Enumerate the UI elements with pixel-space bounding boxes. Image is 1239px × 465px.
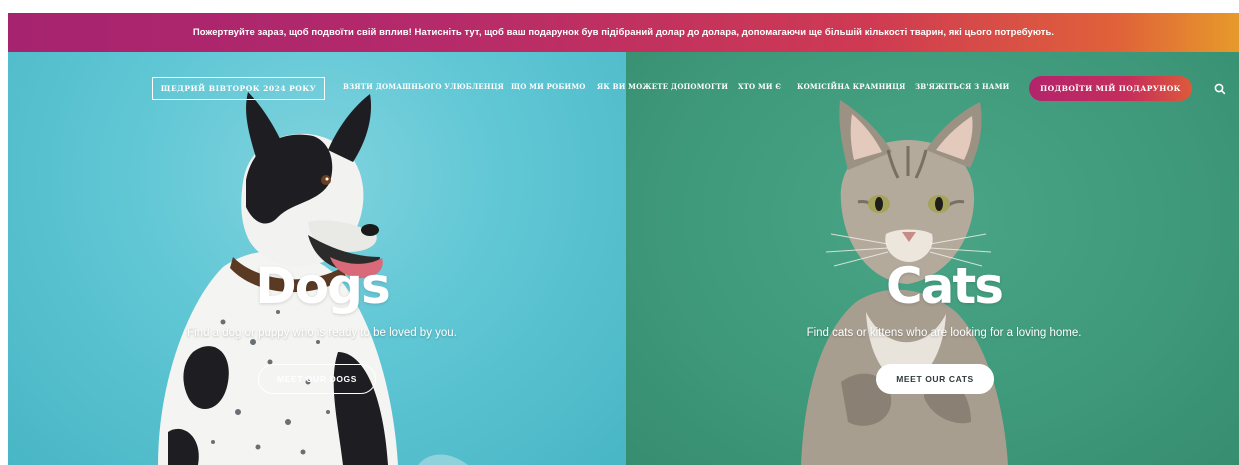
dogs-title: Dogs <box>255 257 390 315</box>
search-button[interactable] <box>1212 81 1228 97</box>
nav-item-how-to-help[interactable]: ЯК ВИ МОЖЕТЕ ДОПОМОГТИ <box>597 82 728 91</box>
meet-our-cats-button[interactable]: MEET OUR CATS <box>876 364 994 394</box>
cats-panel: Cats Find cats or kittens who are lookin… <box>626 52 1239 465</box>
nav-item-who-we-are[interactable]: ХТО МИ Є <box>738 82 781 91</box>
hero: Dogs Find a dog or puppy who is ready to… <box>8 52 1239 465</box>
dogs-subtitle: Find a dog or puppy who is ready to be l… <box>187 327 457 339</box>
nav-item-thrift-store[interactable]: КОМІСІЙНА КРАМНИЦЯ <box>797 82 906 91</box>
nav-item-adopt[interactable]: ВЗЯТИ ДОМАШНЬОГО УЛЮБЛЕНЦЯ <box>343 82 504 91</box>
top-strip <box>0 0 1239 13</box>
page: Пожертвуйте зараз, щоб подвоїти свій впл… <box>0 0 1239 465</box>
main-nav: ЩЕДРИЙ ВІВТОРОК 2024 РОКУ ВЗЯТИ ДОМАШНЬО… <box>0 76 1239 102</box>
meet-our-dogs-button[interactable]: MEET OUR DOGS <box>258 364 376 394</box>
cats-title: Cats <box>885 257 1004 315</box>
cats-subtitle: Find cats or kittens who are looking for… <box>806 327 1082 339</box>
search-icon <box>1214 83 1226 95</box>
double-my-gift-button[interactable]: ПОДВОЇТИ МІЙ ПОДАРУНОК <box>1029 76 1192 101</box>
giving-tuesday-button[interactable]: ЩЕДРИЙ ВІВТОРОК 2024 РОКУ <box>152 77 325 100</box>
donation-banner-text[interactable]: Пожертвуйте зараз, щоб подвоїти свій впл… <box>193 27 1054 38</box>
dogs-panel: Dogs Find a dog or puppy who is ready to… <box>8 52 626 465</box>
nav-item-what-we-do[interactable]: ЩО МИ РОБИМО <box>511 82 586 91</box>
donation-banner[interactable]: Пожертвуйте зараз, щоб подвоїти свій впл… <box>8 13 1239 52</box>
nav-item-contact[interactable]: ЗВ'ЯЖІТЬСЯ З НАМИ <box>915 82 1009 91</box>
